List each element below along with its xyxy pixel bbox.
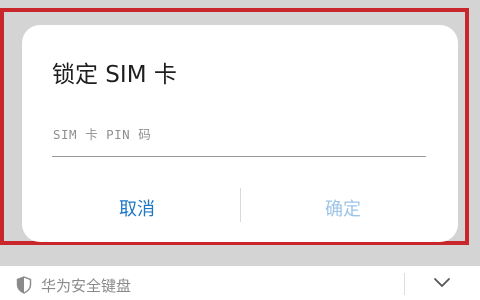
lock-sim-dialog: 锁定 SIM 卡 SIM 卡 PIN 码 取消 确定 [22,25,458,242]
input-underline [52,156,426,157]
keyboard-bar-divider [404,273,405,295]
pin-placeholder: SIM 卡 PIN 码 [53,127,152,142]
sim-pin-input[interactable]: SIM 卡 PIN 码 [52,121,426,157]
chevron-down-icon[interactable] [433,277,451,289]
shield-icon [16,276,32,294]
button-divider [240,188,241,222]
secure-keyboard-bar: 华为安全键盘 [0,266,480,300]
dialog-title: 锁定 SIM 卡 [52,62,177,88]
keyboard-label: 华为安全键盘 [41,277,132,295]
confirm-button[interactable]: 确定 [288,195,398,221]
cancel-button[interactable]: 取消 [82,195,192,221]
